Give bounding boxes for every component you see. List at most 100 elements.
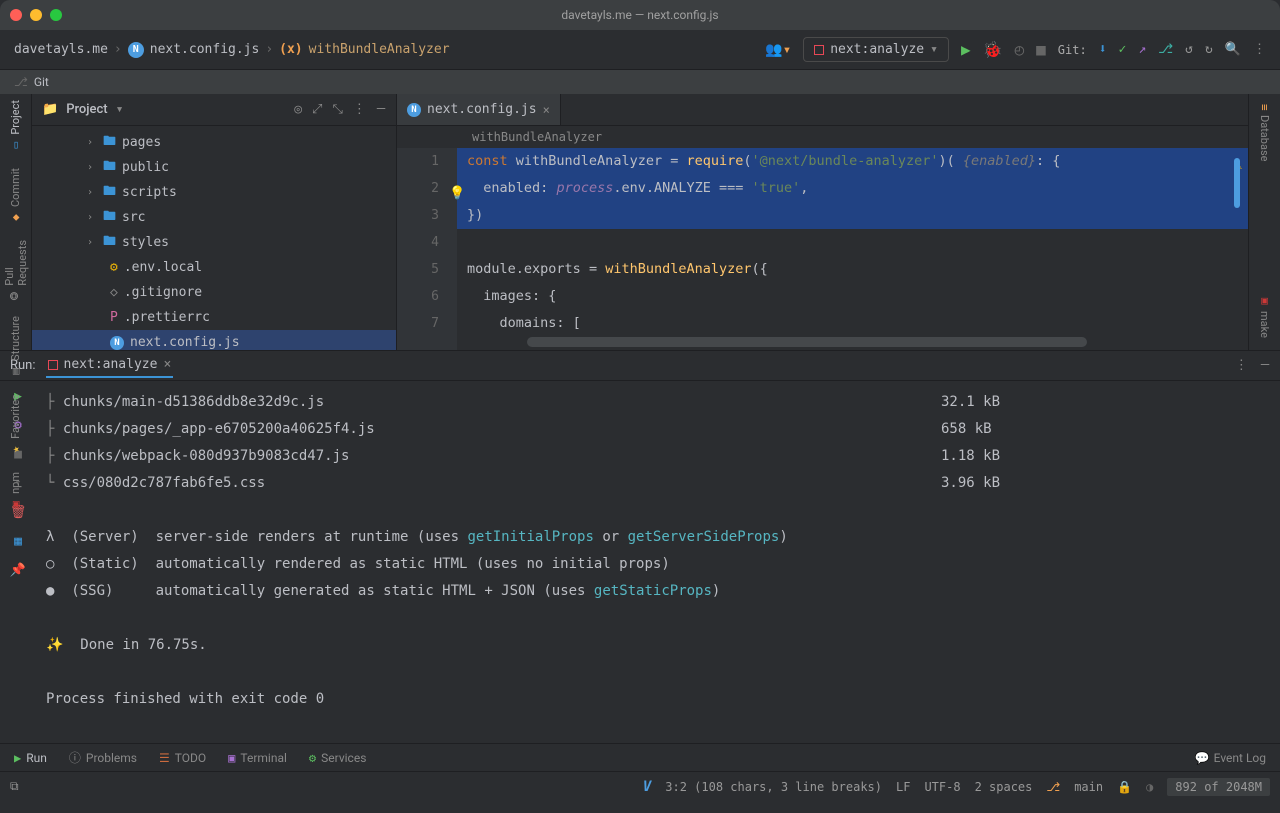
rail-pull-requests[interactable]: ⭗Pull Requests <box>3 240 29 301</box>
status-indent[interactable]: 2 spaces <box>975 780 1033 794</box>
tree-item-dir[interactable]: ›🖿scripts <box>32 180 396 205</box>
tab-problems[interactable]: ⓘProblems <box>69 749 137 766</box>
search-icon[interactable]: 🔍 <box>1225 42 1241 57</box>
chevron-down-icon: ▾ <box>930 42 938 57</box>
status-indicator-icon[interactable]: ◑ <box>1146 780 1153 794</box>
tab-terminal[interactable]: ▣Terminal <box>228 751 287 765</box>
git-tab-strip: ⎇ Git <box>0 70 1280 94</box>
settings-icon[interactable]: ⋮ <box>1253 42 1266 57</box>
chevron-down-icon[interactable]: ▾ <box>116 102 124 117</box>
rail-structure[interactable]: ▤Structure <box>9 316 22 378</box>
status-memory[interactable]: 892 of 2048M <box>1167 778 1270 796</box>
run-configuration-selector[interactable]: next:analyze ▾ <box>803 37 949 62</box>
git-update-icon[interactable]: ⬇ <box>1099 42 1107 57</box>
git-tab-label[interactable]: Git <box>34 75 49 89</box>
branch-icon: ⎇ <box>14 75 28 89</box>
intention-bulb-icon[interactable]: 💡 <box>449 180 465 207</box>
minimize-window-button[interactable] <box>30 9 42 21</box>
editor-tab[interactable]: N next.config.js × <box>397 94 561 125</box>
rail-npm[interactable]: ▣npm <box>9 472 22 511</box>
project-tree[interactable]: ›🖿pages ›🖿public ›🖿scripts ›🖿src ›🖿style… <box>32 126 396 350</box>
run-panel-header: Run: next:analyze × ⋮ — <box>0 351 1280 381</box>
stop-button[interactable]: ■ <box>1036 40 1046 59</box>
panel-hide-icon[interactable]: — <box>376 102 386 117</box>
tree-item-file[interactable]: P.prettierrc <box>32 305 396 330</box>
npm-icon <box>48 360 58 370</box>
run-panel-hide-icon[interactable]: — <box>1260 358 1270 373</box>
git-history-icon[interactable]: ↺ <box>1185 42 1193 57</box>
tab-run[interactable]: ▶Run <box>14 751 47 765</box>
right-tool-rail: ≡Database ▣make <box>1248 94 1280 350</box>
event-log[interactable]: 💬Event Log <box>1195 751 1266 765</box>
run-config-name: next:analyze <box>830 42 924 57</box>
breadcrumb-project[interactable]: davetayls.me <box>14 42 108 57</box>
tree-item-file[interactable]: ⚙.env.local <box>32 255 396 280</box>
status-eol[interactable]: LF <box>896 780 910 794</box>
lock-icon[interactable]: 🔒 <box>1117 780 1132 794</box>
title-bar: davetayls.me — next.config.js <box>0 0 1280 30</box>
main-area: ▭Project ◆Commit ⭗Pull Requests ▤Structu… <box>0 94 1280 350</box>
run-panel-tab[interactable]: next:analyze × <box>46 353 174 378</box>
maximize-window-button[interactable] <box>50 9 62 21</box>
breadcrumb-separator: › <box>114 42 122 57</box>
layout-button[interactable]: ▦ <box>14 534 22 549</box>
nav-bar-right: 👥▾ next:analyze ▾ ▶ 🐞 ◴ ■ Git: ⬇ ✓ ↗ ⎇ ↺… <box>765 37 1266 62</box>
tree-item-file-selected[interactable]: Nnext.config.js <box>32 330 396 350</box>
run-with-coverage-button[interactable]: ◴ <box>1015 40 1025 59</box>
tree-item-dir[interactable]: ›🖿public <box>32 155 396 180</box>
rail-make[interactable]: ▣make <box>1258 294 1271 338</box>
folder-icon: 📁 <box>42 102 58 117</box>
tree-item-dir[interactable]: ›🖿src <box>32 205 396 230</box>
rail-favorites[interactable]: ★Favorites <box>9 394 22 456</box>
breadcrumb-separator: › <box>265 42 273 57</box>
traffic-lights <box>10 9 62 21</box>
git-rollback-icon[interactable]: ↻ <box>1205 42 1213 57</box>
target-icon[interactable]: ◎ <box>294 102 302 117</box>
collapse-all-icon[interactable]: ⤡ <box>332 102 342 117</box>
debug-button[interactable]: 🐞 <box>983 40 1003 59</box>
editor-scrollbar-horizontal[interactable] <box>527 337 1087 347</box>
run-panel: Run: next:analyze × ⋮ — ▶ ⚙ ■ ⇡ 🗑 ▦ 📌 ├ … <box>0 350 1280 743</box>
pin-button[interactable]: 📌 <box>10 563 26 578</box>
npm-icon <box>814 45 824 55</box>
status-cursor[interactable]: 3:2 (108 chars, 3 line breaks) <box>665 780 882 794</box>
breadcrumb-bar: davetayls.me › N next.config.js › (x) wi… <box>14 42 450 58</box>
project-panel: 📁 Project ▾ ◎ ⤢ ⤡ ⋮ — ›🖿pages ›🖿public ›… <box>32 94 397 350</box>
panel-options-icon[interactable]: ⋮ <box>353 102 366 117</box>
tree-item-file[interactable]: ◇.gitignore <box>32 280 396 305</box>
file-type-icon: N <box>407 103 421 117</box>
code-with-me-icon[interactable]: 👥▾ <box>765 42 791 58</box>
run-button[interactable]: ▶ <box>961 40 971 59</box>
editor-scrollbar-vertical[interactable] <box>1234 158 1240 208</box>
rail-commit[interactable]: ◆Commit <box>9 168 22 224</box>
breadcrumb-symbol[interactable]: withBundleAnalyzer <box>309 42 450 57</box>
close-run-tab-icon[interactable]: × <box>163 357 171 372</box>
run-output[interactable]: ├ chunks/main-d51386ddb8e32d9c.js32.1 kB… <box>36 381 1280 743</box>
status-branch[interactable]: main <box>1074 780 1103 794</box>
editor-tab-label: next.config.js <box>427 102 537 117</box>
close-tab-icon[interactable]: × <box>543 103 550 117</box>
run-panel-options-icon[interactable]: ⋮ <box>1235 358 1248 373</box>
vue-icon[interactable]: V <box>643 779 651 795</box>
editor-breadcrumb[interactable]: withBundleAnalyzer <box>397 126 1248 148</box>
code-editor[interactable]: 1 2 3 4 5 6 7 💡 ⚠ const withBundleAnalyz… <box>397 148 1248 350</box>
tree-item-dir[interactable]: ›🖿styles <box>32 230 396 255</box>
close-window-button[interactable] <box>10 9 22 21</box>
rail-project[interactable]: ▭Project <box>9 100 22 152</box>
tab-todo[interactable]: ☰TODO <box>159 751 206 765</box>
left-tool-rail: ▭Project ◆Commit ⭗Pull Requests ▤Structu… <box>0 94 32 350</box>
project-panel-title[interactable]: Project <box>66 102 107 117</box>
expand-all-icon[interactable]: ⤢ <box>312 102 322 117</box>
status-bar: ⧉ V 3:2 (108 chars, 3 line breaks) LF UT… <box>0 771 1280 801</box>
git-commit-icon[interactable]: ✓ <box>1119 42 1127 57</box>
code-lines[interactable]: 💡 ⚠ const withBundleAnalyzer = require('… <box>457 148 1248 350</box>
tab-services[interactable]: ⚙Services <box>309 751 366 765</box>
tree-item-dir[interactable]: ›🖿pages <box>32 130 396 155</box>
editor-tabs: N next.config.js × <box>397 94 1248 126</box>
breadcrumb-file[interactable]: next.config.js <box>150 42 260 57</box>
rail-database[interactable]: ≡Database <box>1258 104 1271 161</box>
status-layers-icon[interactable]: ⧉ <box>10 779 19 794</box>
status-encoding[interactable]: UTF-8 <box>924 780 960 794</box>
git-push-icon[interactable]: ↗ <box>1138 42 1146 57</box>
git-pull-icon[interactable]: ⎇ <box>1158 42 1173 57</box>
